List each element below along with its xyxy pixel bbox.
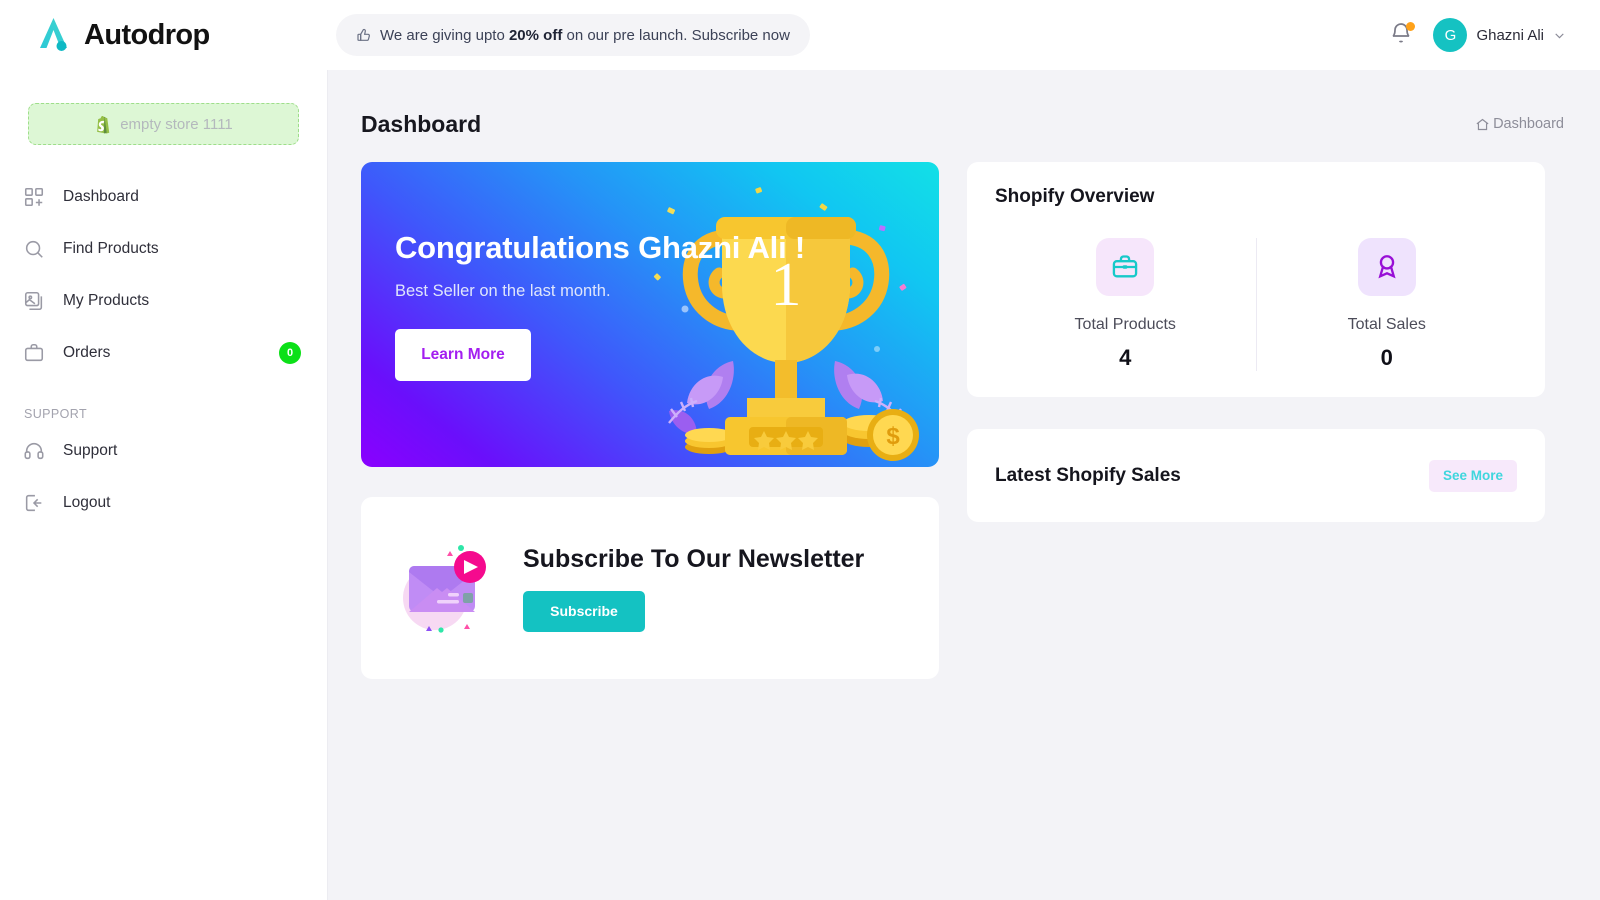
- brand-name: Autodrop: [84, 18, 210, 51]
- user-name: Ghazni Ali: [1476, 26, 1544, 44]
- avatar[interactable]: G: [1433, 18, 1468, 52]
- sidebar-section-support: SUPPORT: [24, 407, 87, 421]
- svg-text:$: $: [886, 423, 900, 450]
- sidebar-item-logout[interactable]: Logout: [0, 477, 327, 529]
- stat-label: Total Sales: [1347, 316, 1426, 333]
- page-title: Dashboard: [361, 110, 482, 137]
- thumbs-up-icon: [357, 28, 370, 41]
- chevron-down-icon: [1555, 32, 1564, 39]
- primary-nav: Dashboard Find Products My Products Orde…: [0, 171, 327, 529]
- overview-stats: Total Products 4 Total Sales 0: [995, 238, 1517, 371]
- newsletter-card: Subscribe To Our Newsletter Subscribe: [361, 497, 939, 679]
- stat-icon-wrapper: [1096, 238, 1155, 296]
- sidebar-item-support[interactable]: Support: [0, 425, 327, 477]
- breadcrumb[interactable]: Dashboard: [1475, 116, 1564, 132]
- subscribe-button[interactable]: Subscribe: [523, 590, 645, 632]
- autodrop-a-logo-icon: [40, 18, 67, 51]
- sidebar-item-label: Orders: [63, 344, 111, 361]
- search-icon: [25, 240, 43, 258]
- image-stack-icon: [24, 291, 43, 311]
- see-more-button[interactable]: See More: [1428, 459, 1517, 492]
- shopify-overview-title: Shopify Overview: [995, 186, 1155, 207]
- store-selector[interactable]: empty store 1111: [28, 103, 299, 145]
- award-ribbon-icon: [1378, 255, 1396, 279]
- dashboard-grid: $ 1 Congratulations Ghazni Ali ! Best Se…: [361, 162, 1564, 679]
- sidebar-item-label: Logout: [63, 494, 111, 511]
- congratulations-heading: Congratulations Ghazni Ali !: [395, 230, 806, 265]
- sidebar-item-label: Support: [63, 442, 118, 459]
- briefcase-icon: [1113, 255, 1138, 278]
- newsletter-heading: Subscribe To Our Newsletter: [523, 544, 865, 573]
- sidebar-item-label: Dashboard: [63, 188, 139, 205]
- topbar-right-cluster: G Ghazni Ali: [1389, 18, 1600, 52]
- stat-icon-wrapper: [1357, 238, 1416, 296]
- stat-value: 0: [1380, 345, 1393, 370]
- shopify-overview-card: Shopify Overview Total Products 4 Total …: [967, 162, 1545, 397]
- top-bar: Autodrop We are giving upto 20% off on o…: [0, 0, 1600, 70]
- learn-more-button[interactable]: Learn More: [395, 329, 531, 381]
- shopify-bag-icon: [97, 115, 110, 134]
- left-column: $ 1 Congratulations Ghazni Ali ! Best Se…: [361, 162, 939, 679]
- sidebar-item-find-products[interactable]: Find Products: [0, 223, 327, 275]
- orders-count-badge: 0: [279, 342, 301, 364]
- home-icon: [1476, 118, 1489, 130]
- brand-logo[interactable]: Autodrop: [0, 0, 328, 70]
- user-menu[interactable]: G Ghazni Ali: [1433, 18, 1566, 52]
- grid-plus-icon: [24, 187, 44, 207]
- newsletter-body: Subscribe To Our Newsletter Subscribe: [523, 545, 864, 632]
- announcement-banner[interactable]: We are giving upto 20% off on our pre la…: [336, 14, 810, 56]
- sidebar-item-label: Find Products: [63, 240, 159, 257]
- sidebar-item-dashboard[interactable]: Dashboard: [0, 171, 327, 223]
- notification-dot: [1406, 22, 1416, 31]
- sidebar-item-label: My Products: [63, 292, 150, 309]
- sidebar-item-orders[interactable]: Orders 0: [0, 327, 327, 379]
- congratulations-banner: $ 1 Congratulations Ghazni Ali ! Best Se…: [361, 162, 939, 467]
- main-content: Dashboard Dashboard $ 1 Congratulations …: [328, 70, 1600, 900]
- announcement-text: We are giving upto 20% off on our pre la…: [380, 26, 790, 44]
- sidebar: empty store 1111 Dashboard Find Products: [0, 70, 328, 900]
- congratulations-text: Congratulations Ghazni Ali ! Best Seller…: [361, 162, 939, 381]
- page-header: Dashboard Dashboard: [361, 100, 1564, 148]
- stat-total-sales: Total Sales 0: [1255, 238, 1518, 371]
- stat-label: Total Products: [1074, 316, 1176, 333]
- logout-icon: [25, 494, 42, 512]
- sidebar-item-my-products[interactable]: My Products: [0, 275, 327, 327]
- stat-value: 4: [1119, 345, 1132, 370]
- headphones-icon: [24, 442, 44, 460]
- breadcrumb-label: Dashboard: [1493, 116, 1564, 132]
- envelope-illustration: [403, 545, 486, 633]
- latest-shopify-sales-card: Latest Shopify Sales See More: [967, 429, 1545, 522]
- store-name: empty store 1111: [120, 115, 233, 133]
- stat-total-products: Total Products 4: [995, 238, 1256, 371]
- congratulations-subtext: Best Seller on the last month.: [395, 282, 611, 300]
- latest-sales-title: Latest Shopify Sales: [995, 464, 1181, 486]
- notifications-button[interactable]: [1389, 21, 1416, 49]
- briefcase-icon: [24, 343, 44, 362]
- right-column: Shopify Overview Total Products 4 Total …: [967, 162, 1545, 679]
